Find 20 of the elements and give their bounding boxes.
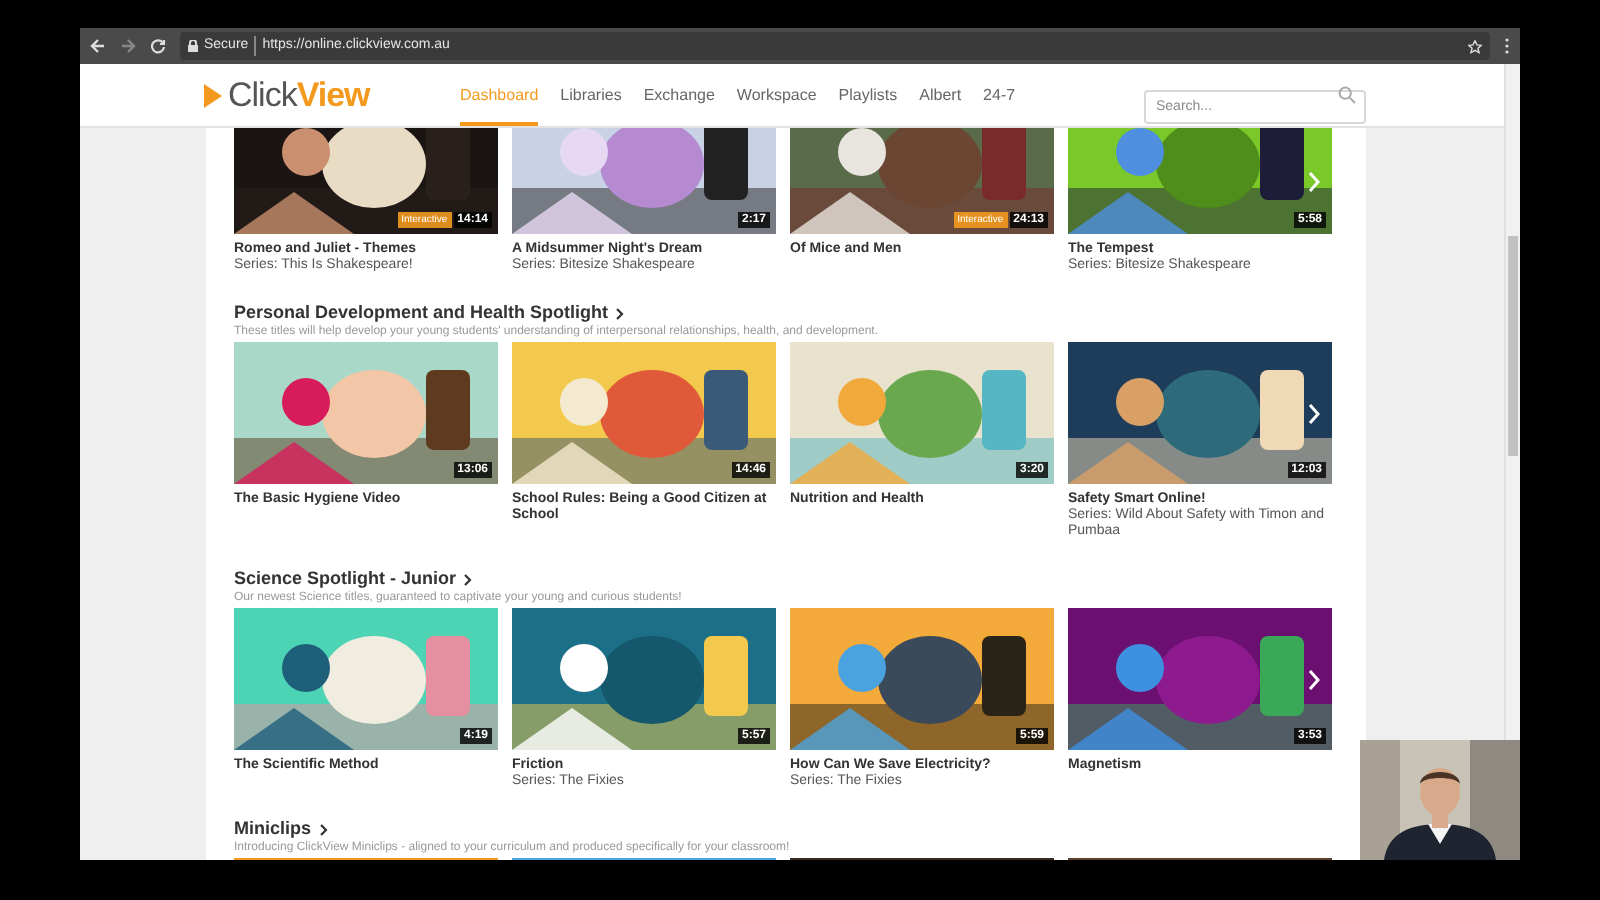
chevron-icon[interactable]: [616, 307, 625, 319]
forward-icon[interactable]: [120, 38, 136, 54]
chevron-icon[interactable]: [319, 823, 328, 835]
nav-link[interactable]: Albert: [919, 64, 962, 126]
nav-link[interactable]: Exchange: [643, 64, 715, 126]
nav-link[interactable]: 24-7: [983, 64, 1016, 126]
back-icon[interactable]: [90, 38, 106, 54]
lock-icon: [188, 40, 198, 52]
section-heading[interactable]: Miniclips: [234, 818, 312, 840]
scrollbar-thumb[interactable]: [1508, 236, 1518, 456]
reload-icon[interactable]: [150, 38, 166, 54]
star-icon[interactable]: [1468, 39, 1482, 53]
nav-link[interactable]: Workspace: [736, 64, 817, 126]
nav-link[interactable]: Playlists: [838, 64, 898, 126]
section-heading[interactable]: Personal Development and Health Spotlight: [234, 302, 609, 324]
nav-link[interactable]: Libraries: [560, 64, 622, 126]
chevron-icon[interactable]: [464, 573, 473, 585]
clickview-logo[interactable]: ClickView: [204, 78, 460, 112]
section-heading[interactable]: Science Spotlight - Junior: [234, 568, 457, 590]
menu-icon[interactable]: [1504, 38, 1510, 54]
